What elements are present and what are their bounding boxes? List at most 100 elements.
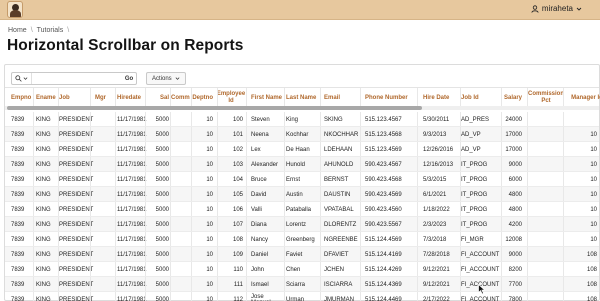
column-header-comm[interactable]: Comm (171, 88, 193, 108)
column-header-label: Sal (159, 94, 169, 101)
column-divider (246, 88, 247, 106)
cell-hiredate: 11/17/1981 (117, 251, 147, 258)
cell-commission-pct (527, 127, 561, 142)
cell-comm (171, 157, 193, 172)
column-divider (145, 127, 146, 141)
actions-label: Actions (152, 75, 172, 82)
column-divider (460, 232, 461, 246)
breadcrumb-home[interactable]: Home (8, 27, 27, 34)
cell-manager-id: 10 (590, 176, 597, 183)
column-divider (360, 232, 361, 246)
column-header-employee-id[interactable]: Employee Id (217, 88, 245, 108)
column-header-label: Hire Date (423, 94, 450, 101)
cell-ename: KING (36, 131, 51, 138)
column-divider (460, 247, 461, 261)
cell-empno: 7839 (11, 116, 25, 123)
column-header-job[interactable]: Job (59, 88, 97, 108)
go-button[interactable]: Go (122, 73, 136, 84)
cell-comm (171, 112, 193, 127)
cell-hiredate: 11/17/1981 (117, 191, 147, 198)
cell-employee-id: 105 (232, 191, 243, 198)
column-divider (417, 247, 418, 261)
column-divider (115, 232, 116, 246)
column-header-salary[interactable]: Salary (504, 88, 522, 108)
column-divider (527, 88, 528, 106)
cell-first-name: Neena (251, 131, 269, 138)
cell-hiredate: 11/17/1981 (117, 116, 147, 123)
column-header-hiredate[interactable]: Hiredate (117, 88, 153, 108)
cell-ename: KING (36, 221, 51, 228)
user-menu[interactable]: miraheta (531, 4, 582, 13)
column-divider (417, 277, 418, 291)
column-divider (360, 88, 361, 106)
cell-hiredate: 11/17/1981 (117, 266, 147, 273)
mouse-cursor-icon (478, 284, 486, 295)
cell-ename: KING (36, 161, 51, 168)
cell-first-name: Lex (251, 146, 261, 153)
column-header-sal[interactable]: Sal (149, 88, 169, 108)
search-input[interactable] (32, 73, 122, 84)
column-divider (191, 277, 192, 291)
column-divider (90, 292, 91, 301)
actions-menu-button[interactable]: Actions (146, 72, 186, 85)
cell-employee-id: 110 (233, 266, 243, 273)
table-row: 7839 KING PRESIDENT 11/17/1981 5000 10 102 Lex D… (5, 142, 599, 157)
cell-empno: 7839 (11, 251, 25, 258)
column-divider (417, 172, 418, 186)
cell-manager-id: 10 (590, 236, 597, 243)
column-divider (527, 127, 528, 141)
column-header-last-name[interactable]: Last Name (286, 88, 322, 108)
column-divider (501, 202, 502, 216)
column-divider (90, 187, 91, 201)
column-header-email[interactable]: Email (324, 88, 364, 108)
cell-sal: 5000 (155, 161, 169, 168)
column-divider (246, 292, 247, 301)
column-divider (246, 172, 247, 186)
cell-sal: 5000 (155, 191, 169, 198)
column-divider (284, 142, 285, 156)
app-logo[interactable] (7, 1, 23, 18)
column-divider (115, 247, 116, 261)
column-header-label: Job (59, 94, 70, 101)
column-divider (320, 112, 321, 126)
cell-comm (171, 292, 193, 301)
search-column-button[interactable] (12, 73, 32, 84)
column-header-first-name[interactable]: First Name (251, 88, 285, 108)
column-divider (320, 187, 321, 201)
column-header-commission-pct[interactable]: Commission Pct (527, 88, 565, 108)
column-header-manager-id[interactable]: Manager Id (567, 88, 600, 108)
column-divider (145, 112, 146, 126)
cell-job-id: FI_ACCOUNT (461, 266, 500, 273)
column-header-job-id[interactable]: Job Id (461, 88, 503, 108)
cell-first-name: Jose Manuel (251, 293, 271, 301)
breadcrumb-tutorials[interactable]: Tutorials (37, 27, 64, 34)
scrollbar-thumb[interactable] (7, 106, 422, 110)
column-divider (417, 217, 418, 231)
cell-manager-id: 10 (590, 221, 597, 228)
column-header-deptno[interactable]: Deptno (191, 88, 213, 108)
cell-empno: 7839 (11, 266, 25, 273)
cell-phone-number: 515.124.4369 (365, 281, 402, 288)
column-divider (217, 88, 218, 106)
column-divider (145, 88, 146, 106)
column-header-label: Mgr (95, 94, 106, 101)
column-divider (191, 232, 192, 246)
cell-commission-pct (527, 247, 561, 262)
horizontal-scrollbar[interactable] (5, 106, 599, 110)
column-divider (320, 88, 321, 106)
column-divider (145, 262, 146, 276)
column-header-phone-number[interactable]: Phone Number (365, 88, 417, 108)
cell-hire-date: 5/3/2015 (423, 176, 447, 183)
cell-deptno: 10 (206, 206, 213, 213)
column-header-hire-date[interactable]: Hire Date (423, 88, 459, 108)
column-divider (58, 277, 59, 291)
column-divider (460, 157, 461, 171)
column-header-empno[interactable]: Empno (11, 88, 33, 108)
column-header-mgr[interactable]: Mgr (95, 88, 109, 108)
column-header-ename[interactable]: Ename (36, 88, 58, 108)
cell-employee-id: 103 (232, 161, 243, 168)
column-divider (460, 187, 461, 201)
table-row: 7839 KING PRESIDENT 11/17/1981 5000 10 106 Vall… (5, 202, 599, 217)
cell-manager-id: 10 (590, 161, 597, 168)
report-region: Go Actions Empno Ename Job Mgr Hiredate Sal Co… (4, 64, 600, 301)
